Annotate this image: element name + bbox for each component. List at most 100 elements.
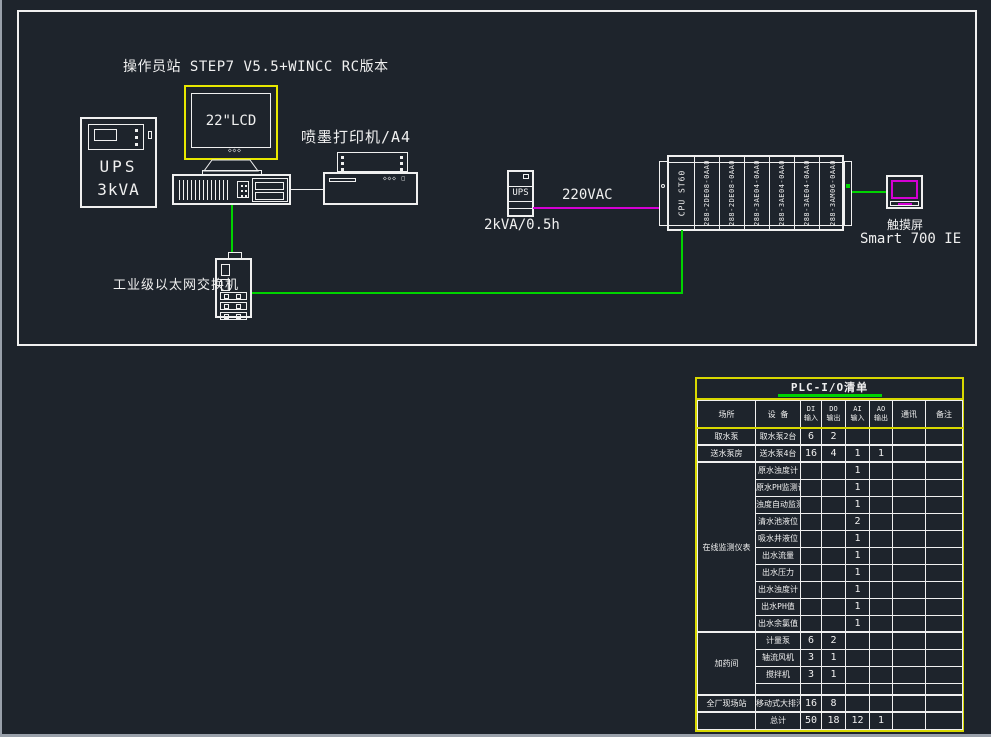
printer-buttons-icon: ◇◇◇ □	[383, 175, 406, 182]
io-table-row: 全厂现场站移动式大排污泵168	[698, 695, 963, 712]
io-di-cell	[801, 462, 822, 479]
io-comm-cell	[893, 445, 926, 462]
rack-ethernet-port	[846, 184, 850, 188]
io-ao-cell	[870, 695, 893, 712]
io-di-cell	[801, 479, 822, 496]
io-column-header: 场所	[698, 401, 756, 429]
io-table-row: 送水泵房送水泵4台16411	[698, 445, 963, 462]
io-device-cell: 浊度自动监测计	[756, 496, 801, 513]
io-comm-cell	[893, 712, 926, 729]
hmi-model-label: Smart 700 IE	[860, 231, 961, 247]
io-note-cell	[926, 479, 963, 496]
io-device-cell: 总计	[756, 712, 801, 729]
io-ai-cell: 1	[846, 462, 870, 479]
io-ai-cell: 1	[846, 479, 870, 496]
io-ao-cell	[870, 666, 893, 683]
io-ao-cell	[870, 530, 893, 547]
io-ao-cell	[870, 462, 893, 479]
io-device-cell: 移动式大排污泵	[756, 695, 801, 712]
cad-drawing-canvas[interactable]: 操作员站 STEP7 V5.5+WINCC RC版本 UPS 3kVA 22"L…	[0, 0, 991, 737]
io-ai-cell: 1	[846, 547, 870, 564]
plc-rack: CPU ST60288-2DE08-0AA0288-2DE08-0AA0288-…	[667, 155, 844, 231]
io-ao-cell	[870, 513, 893, 530]
power-voltage-label: 220VAC	[562, 187, 613, 203]
io-ao-cell	[870, 683, 893, 695]
io-ao-cell	[870, 547, 893, 564]
io-device-cell: 搅拌机	[756, 666, 801, 683]
operator-station-title: 操作员站 STEP7 V5.5+WINCC RC版本	[123, 56, 389, 76]
io-ai-cell	[846, 632, 870, 649]
ups2-divider	[509, 186, 532, 187]
ethernet-switch-to-plc-riser	[681, 230, 683, 294]
ups2-divider	[509, 201, 532, 202]
plc-module: 288-3AE04-0AA0	[770, 157, 795, 229]
io-di-cell: 50	[801, 712, 822, 729]
plc-module: 288-3AE04-0AA0	[745, 157, 770, 229]
ups2-divider	[509, 208, 532, 209]
io-device-cell: 出水浊度计	[756, 581, 801, 598]
io-device-cell: 清水池液位	[756, 513, 801, 530]
io-device-cell: 出水压力	[756, 564, 801, 581]
io-di-cell: 16	[801, 445, 822, 462]
ups-led-dots	[135, 129, 138, 132]
pc-drive-slot	[255, 192, 284, 200]
io-note-cell	[926, 581, 963, 598]
io-area-cell: 送水泵房	[698, 445, 756, 462]
io-device-cell	[756, 683, 801, 695]
io-di-cell	[801, 530, 822, 547]
pc-vents	[179, 180, 231, 200]
ups-3kva-box: UPS 3kVA	[80, 117, 157, 208]
io-area-cell: 全厂现场站	[698, 695, 756, 712]
io-comm-cell	[893, 649, 926, 666]
ups2-label: UPS	[509, 188, 532, 198]
io-column-header: AI输入	[846, 401, 870, 429]
printer-paper-slot	[329, 178, 356, 182]
io-do-cell: 1	[822, 666, 846, 683]
printer-label: 喷墨打印机/A4	[301, 126, 411, 147]
io-ai-cell	[846, 428, 870, 445]
io-ao-cell	[870, 598, 893, 615]
io-area-cell: 加药间	[698, 632, 756, 695]
io-di-cell: 6	[801, 632, 822, 649]
pc-drive-slot	[255, 182, 284, 190]
io-comm-cell	[893, 666, 926, 683]
title-underline	[778, 394, 882, 397]
plc-module-label: 288-3AE04-0AA0	[753, 160, 761, 226]
io-table-title-text: PLC-I/O清单	[791, 381, 868, 394]
switch-led-block	[221, 279, 230, 291]
ups-display-window	[94, 129, 117, 141]
io-note-cell	[926, 666, 963, 683]
hmi-base-accent	[898, 203, 912, 205]
window-edge-left	[0, 0, 2, 737]
io-note-cell	[926, 530, 963, 547]
io-device-cell: 出水余氯值	[756, 615, 801, 632]
rj45-port-icon	[236, 314, 241, 319]
io-do-cell	[822, 615, 846, 632]
io-comm-cell	[893, 695, 926, 712]
ups-main-label: UPS	[82, 157, 155, 176]
io-do-cell: 1	[822, 649, 846, 666]
io-note-cell	[926, 496, 963, 513]
pc-workstation	[172, 174, 291, 205]
io-ai-cell: 12	[846, 712, 870, 729]
io-ao-cell	[870, 428, 893, 445]
io-ao-cell	[870, 581, 893, 598]
io-ai-cell: 1	[846, 496, 870, 513]
io-table-row: 在线监测仪表原水浊度计1	[698, 462, 963, 479]
rj45-port-icon	[224, 304, 229, 309]
io-comm-cell	[893, 462, 926, 479]
plc-module: 288-3AE04-0AA0	[795, 157, 820, 229]
io-do-cell	[822, 479, 846, 496]
io-ai-cell	[846, 649, 870, 666]
io-ai-cell: 2	[846, 513, 870, 530]
io-comm-cell	[893, 513, 926, 530]
io-do-cell	[822, 530, 846, 547]
io-area-cell: 取水泵	[698, 428, 756, 445]
io-ai-cell: 1	[846, 615, 870, 632]
io-ai-cell: 1	[846, 598, 870, 615]
io-column-header: AO输出	[870, 401, 893, 429]
plc-module-label: 288-3AE04-0AA0	[778, 160, 786, 226]
io-do-cell	[822, 547, 846, 564]
power-cable-220vac	[533, 207, 659, 209]
plc-io-table: PLC-I/O清单 场所设 备DI输入DO输出AI输入AO输出通讯备注 取水泵取…	[695, 377, 964, 732]
